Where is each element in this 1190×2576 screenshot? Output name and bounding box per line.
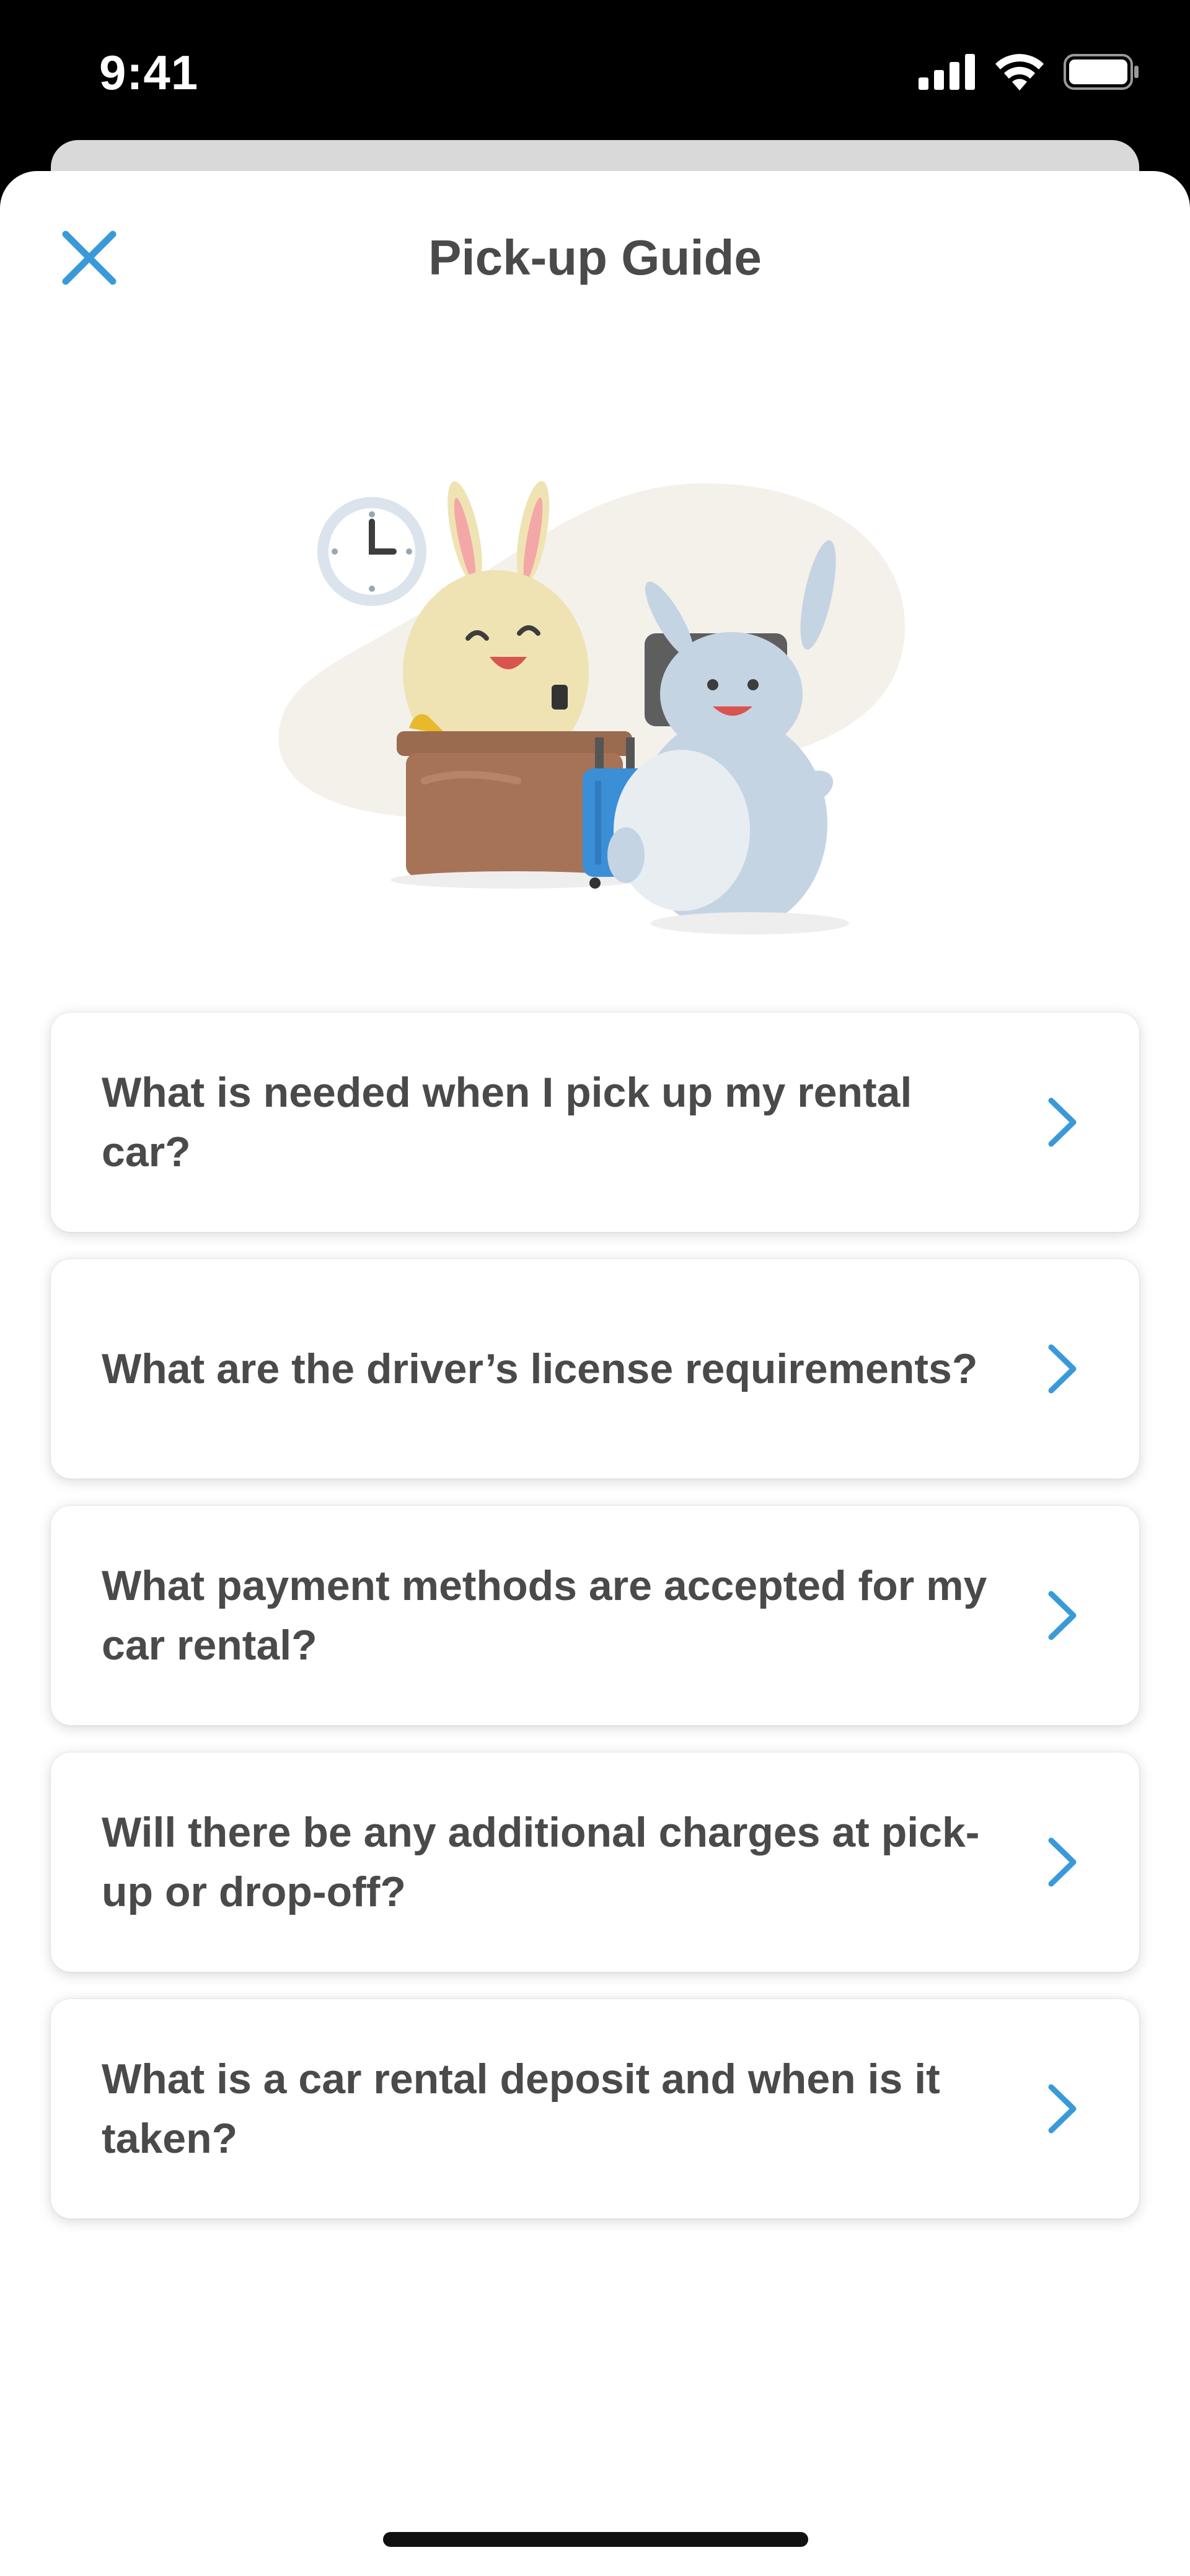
faq-item-license-requirements[interactable]: What are the driver’s license requiremen…: [51, 1259, 1139, 1479]
faq-item-pickup-requirements[interactable]: What is needed when I pick up my rental …: [51, 1013, 1139, 1232]
battery-icon: [1064, 54, 1139, 90]
faq-question: Will there be any additional charges at …: [102, 1809, 980, 1915]
wifi-icon: [995, 54, 1044, 90]
clock-icon: [317, 497, 426, 606]
faq-question: What are the driver’s license requiremen…: [102, 1345, 978, 1392]
chevron-right-icon: [1048, 1837, 1077, 1887]
chevron-right-icon: [1048, 1097, 1077, 1147]
chevron-right-icon: [1048, 2084, 1077, 2134]
faq-item-additional-charges[interactable]: Will there be any additional charges at …: [51, 1752, 1139, 1972]
rental-desk-illustration: [279, 481, 905, 934]
status-bar: 9:41: [0, 0, 1190, 143]
chevron-right-icon: [1048, 1591, 1077, 1640]
faq-question: What payment methods are accepted for my…: [102, 1562, 987, 1669]
faq-question: What is a car rental deposit and when is…: [102, 2055, 940, 2162]
signal-icon: [919, 54, 975, 90]
faq-list: What is needed when I pick up my rental …: [51, 1013, 1139, 2246]
faq-item-payment-methods[interactable]: What payment methods are accepted for my…: [51, 1506, 1139, 1725]
home-indicator[interactable]: [383, 2532, 808, 2547]
page-title: Pick-up Guide: [428, 230, 762, 285]
status-time: 9:41: [99, 45, 199, 100]
yellow-rabbit: [403, 481, 589, 775]
faq-item-deposit[interactable]: What is a car rental deposit and when is…: [51, 1999, 1139, 2218]
status-icons: [919, 53, 1140, 90]
faq-question: What is needed when I pick up my rental …: [102, 1069, 912, 1176]
chevron-right-icon: [1048, 1344, 1077, 1394]
